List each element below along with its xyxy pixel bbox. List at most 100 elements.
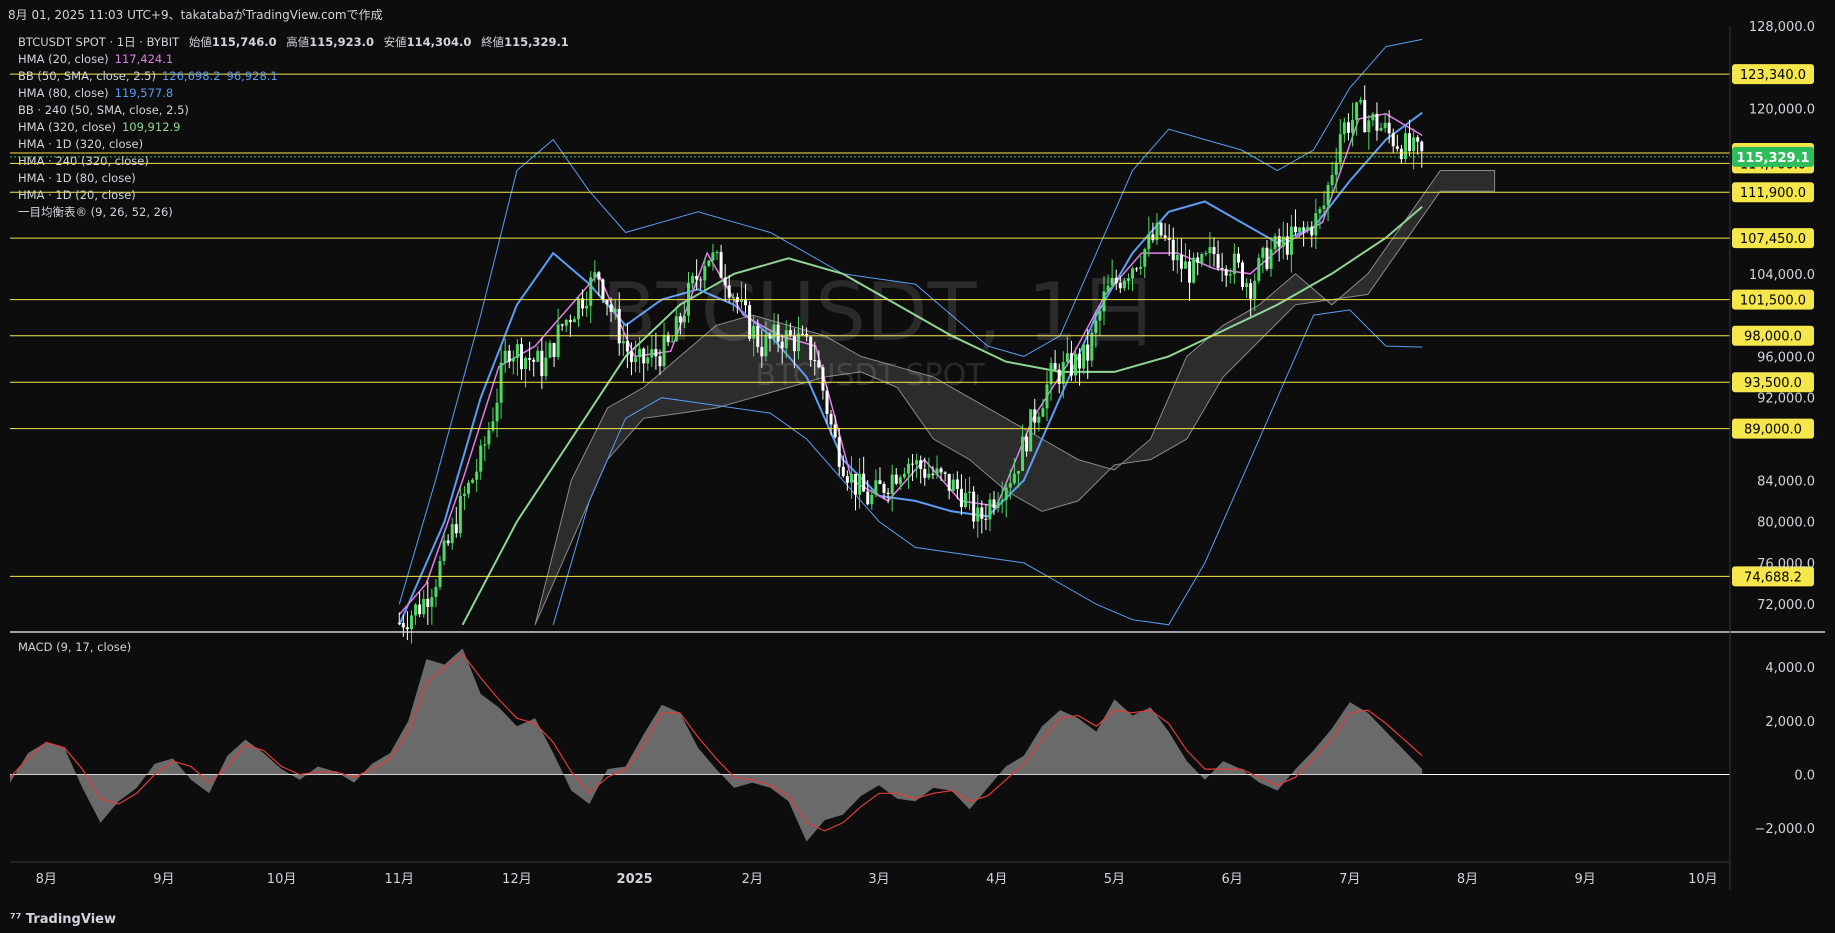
- candle-body: [984, 518, 988, 520]
- x-tick-label: 2025: [617, 872, 653, 887]
- legend-indicator[interactable]: HMA · 240 (320, close): [18, 153, 569, 170]
- candle-body: [532, 359, 536, 362]
- candle-body: [1412, 137, 1416, 152]
- legend-indicator[interactable]: HMA · 1D (80, close): [18, 170, 569, 187]
- candle-body: [976, 507, 980, 522]
- candle-body: [442, 540, 446, 562]
- candle-body: [1228, 274, 1232, 276]
- y-tick-label: 104,000.0: [1749, 268, 1815, 283]
- macd-histogram: [10, 648, 1423, 842]
- candle-body: [597, 272, 601, 280]
- candle-body: [401, 623, 405, 628]
- candle-body: [1391, 133, 1395, 147]
- legend-indicator[interactable]: HMA (80, close) 119,577.8: [18, 85, 569, 102]
- candle-body: [1334, 162, 1338, 175]
- last-price-label: 115,329.1: [1736, 151, 1809, 166]
- candle-body: [951, 479, 955, 491]
- candle-body: [438, 561, 442, 587]
- candle-body: [560, 324, 564, 326]
- candle-body: [1293, 226, 1297, 233]
- candle-body: [1037, 416, 1041, 423]
- candle-body: [1049, 363, 1053, 385]
- candle-body: [1159, 222, 1163, 236]
- legend-indicator[interactable]: HMA (320, close) 109,912.9: [18, 119, 569, 136]
- legend: BTCUSDT SPOT · 1日 · BYBIT 始値115,746.0 高値…: [18, 34, 569, 221]
- candle-body: [1257, 257, 1261, 281]
- candle-body: [923, 468, 927, 478]
- candle-body: [902, 473, 906, 478]
- candle-body: [845, 476, 849, 483]
- x-tick-label: 8月: [36, 872, 57, 887]
- logo-icon: ⁷⁷: [10, 912, 22, 927]
- candle-body: [1363, 100, 1367, 133]
- watermark-main: BTCUSDT, 1日: [602, 266, 1158, 359]
- candle-body: [874, 480, 878, 495]
- candle-body: [968, 491, 972, 493]
- level-label: 107,450.0: [1740, 232, 1806, 247]
- macd-legend: MACD (9, 17, close): [18, 640, 132, 654]
- candle-body: [1265, 247, 1269, 269]
- y-tick-label: 72,000.0: [1757, 598, 1815, 613]
- candle-body: [988, 499, 992, 520]
- candle-body: [409, 615, 413, 630]
- candle-body: [1204, 253, 1208, 255]
- candle-body: [890, 474, 894, 495]
- candle-body: [1192, 257, 1196, 283]
- legend-indicator[interactable]: HMA (20, close) 117,424.1: [18, 51, 569, 68]
- legend-indicator[interactable]: BB · 240 (50, SMA, close, 2.5): [18, 102, 569, 119]
- tradingview-logo[interactable]: ⁷⁷ TradingView: [10, 912, 116, 927]
- macd-signal-line: [9, 652, 1423, 832]
- legend-symbol: BTCUSDT SPOT · 1日 · BYBIT 始値115,746.0 高値…: [18, 35, 569, 49]
- y-tick-label: 84,000.0: [1757, 474, 1815, 489]
- candle-body: [841, 466, 845, 477]
- x-tick-label: 9月: [1575, 872, 1596, 887]
- legend-indicator[interactable]: HMA · 1D (20, close): [18, 187, 569, 204]
- candle-body: [849, 473, 853, 483]
- candle-body: [1179, 254, 1183, 269]
- candle-body: [430, 597, 434, 607]
- candle-body: [1033, 409, 1037, 423]
- level-label: 111,900.0: [1740, 186, 1806, 201]
- level-label: 89,000.0: [1744, 423, 1802, 438]
- candle-body: [1375, 113, 1379, 131]
- candle-body: [475, 471, 479, 480]
- candle-body: [1416, 137, 1420, 142]
- candle-body: [1420, 141, 1424, 152]
- candle-body: [878, 480, 882, 484]
- candle-body: [898, 477, 902, 484]
- candle-body: [1285, 236, 1289, 255]
- legend-indicator[interactable]: 一目均衡表® (9, 26, 52, 26): [18, 204, 569, 221]
- x-tick-label: 5月: [1104, 872, 1125, 887]
- legend-indicator[interactable]: HMA · 1D (320, close): [18, 136, 569, 153]
- candle-body: [1008, 483, 1012, 488]
- candle-body: [1322, 205, 1326, 210]
- x-tick-label: 2月: [742, 872, 763, 887]
- candle-body: [593, 272, 597, 278]
- candle-body: [1025, 436, 1029, 452]
- macd-tick-label: 0.0: [1794, 769, 1815, 784]
- legend-indicator[interactable]: BB (50, SMA, close, 2.5) 126,698.2 96,928.…: [18, 68, 569, 85]
- candle-body: [511, 357, 515, 362]
- candle-body: [1383, 122, 1387, 128]
- y-tick-label: 80,000.0: [1757, 516, 1815, 531]
- candle-body: [1004, 487, 1008, 500]
- candle-body: [866, 491, 870, 505]
- level-label: 123,340.0: [1740, 68, 1806, 83]
- candle-body: [1298, 227, 1302, 233]
- candle-body: [972, 491, 976, 522]
- candle-body: [1241, 262, 1245, 288]
- candle-body: [572, 319, 576, 323]
- candle-body: [886, 492, 890, 495]
- candle-body: [955, 479, 959, 489]
- candle-body: [825, 390, 829, 414]
- candle-body: [1399, 148, 1403, 160]
- y-tick-label: 96,000.0: [1757, 350, 1815, 365]
- candle-body: [589, 277, 593, 306]
- candle-body: [1408, 133, 1412, 152]
- candle-body: [426, 598, 430, 607]
- candle-body: [829, 413, 833, 425]
- candle-body: [519, 344, 523, 370]
- candle-body: [1314, 213, 1318, 236]
- candle-body: [397, 622, 401, 624]
- candle-body: [1216, 254, 1220, 269]
